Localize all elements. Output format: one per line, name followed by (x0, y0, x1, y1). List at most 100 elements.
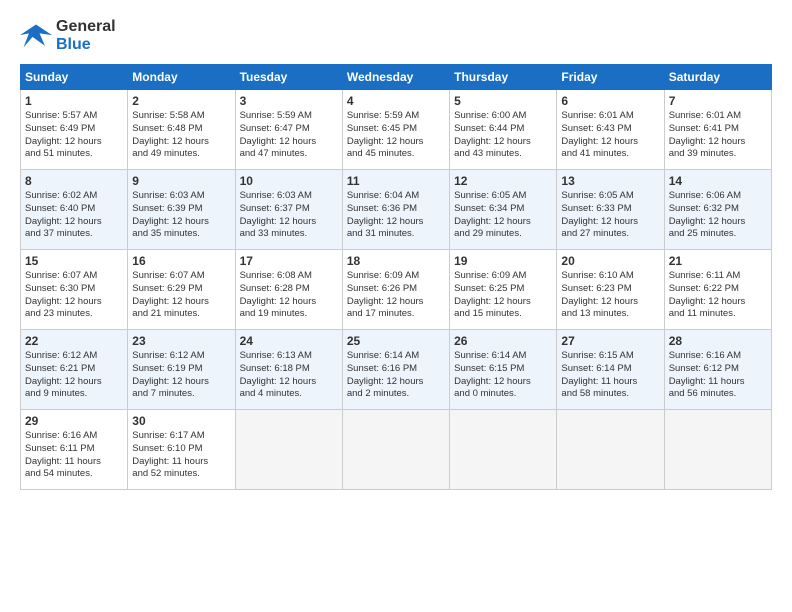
day-number: 27 (561, 334, 659, 348)
day-info: and 58 minutes. (561, 388, 659, 401)
calendar-cell: 21Sunrise: 6:11 AMSunset: 6:22 PMDayligh… (664, 250, 771, 330)
day-info: Sunrise: 6:14 AM (454, 350, 552, 363)
calendar-day-header: Thursday (450, 65, 557, 90)
day-info: Sunrise: 6:11 AM (669, 270, 767, 283)
calendar-cell: 2Sunrise: 5:58 AMSunset: 6:48 PMDaylight… (128, 90, 235, 170)
calendar-day-header: Saturday (664, 65, 771, 90)
calendar-week-row: 29Sunrise: 6:16 AMSunset: 6:11 PMDayligh… (21, 410, 772, 490)
day-info: Sunset: 6:39 PM (132, 203, 230, 216)
day-info: Sunset: 6:45 PM (347, 123, 445, 136)
day-info: Daylight: 12 hours (240, 136, 338, 149)
day-info: Sunrise: 6:10 AM (561, 270, 659, 283)
day-info: Daylight: 12 hours (347, 216, 445, 229)
day-number: 16 (132, 254, 230, 268)
day-info: Sunset: 6:28 PM (240, 283, 338, 296)
day-info: Sunrise: 6:02 AM (25, 190, 123, 203)
day-info: and 27 minutes. (561, 228, 659, 241)
day-info: Sunrise: 6:17 AM (132, 430, 230, 443)
day-info: Daylight: 12 hours (25, 296, 123, 309)
calendar-day-header: Tuesday (235, 65, 342, 90)
day-info: Daylight: 12 hours (240, 296, 338, 309)
day-info: and 29 minutes. (454, 228, 552, 241)
calendar-cell: 23Sunrise: 6:12 AMSunset: 6:19 PMDayligh… (128, 330, 235, 410)
day-number: 13 (561, 174, 659, 188)
day-number: 3 (240, 94, 338, 108)
day-number: 20 (561, 254, 659, 268)
day-number: 2 (132, 94, 230, 108)
calendar-cell: 10Sunrise: 6:03 AMSunset: 6:37 PMDayligh… (235, 170, 342, 250)
day-info: Sunrise: 6:03 AM (132, 190, 230, 203)
day-info: Sunset: 6:26 PM (347, 283, 445, 296)
calendar-cell: 26Sunrise: 6:14 AMSunset: 6:15 PMDayligh… (450, 330, 557, 410)
calendar-cell: 15Sunrise: 6:07 AMSunset: 6:30 PMDayligh… (21, 250, 128, 330)
day-info: Daylight: 12 hours (240, 376, 338, 389)
calendar-cell: 29Sunrise: 6:16 AMSunset: 6:11 PMDayligh… (21, 410, 128, 490)
day-info: and 15 minutes. (454, 308, 552, 321)
calendar-cell (342, 410, 449, 490)
calendar-cell: 1Sunrise: 5:57 AMSunset: 6:49 PMDaylight… (21, 90, 128, 170)
day-info: and 23 minutes. (25, 308, 123, 321)
day-info: Sunset: 6:36 PM (347, 203, 445, 216)
day-info: Sunset: 6:18 PM (240, 363, 338, 376)
day-info: Sunset: 6:47 PM (240, 123, 338, 136)
day-info: and 35 minutes. (132, 228, 230, 241)
calendar-week-row: 22Sunrise: 6:12 AMSunset: 6:21 PMDayligh… (21, 330, 772, 410)
day-info: Daylight: 12 hours (561, 216, 659, 229)
day-info: Sunrise: 6:01 AM (669, 110, 767, 123)
day-info: Sunset: 6:44 PM (454, 123, 552, 136)
day-info: Daylight: 11 hours (561, 376, 659, 389)
day-info: and 43 minutes. (454, 148, 552, 161)
day-info: and 9 minutes. (25, 388, 123, 401)
day-number: 25 (347, 334, 445, 348)
day-info: and 4 minutes. (240, 388, 338, 401)
day-info: Sunrise: 6:12 AM (132, 350, 230, 363)
day-number: 6 (561, 94, 659, 108)
day-info: Sunset: 6:11 PM (25, 443, 123, 456)
day-info: Sunrise: 6:09 AM (347, 270, 445, 283)
day-info: and 25 minutes. (669, 228, 767, 241)
day-info: Daylight: 12 hours (454, 136, 552, 149)
calendar-cell: 16Sunrise: 6:07 AMSunset: 6:29 PMDayligh… (128, 250, 235, 330)
calendar-cell: 13Sunrise: 6:05 AMSunset: 6:33 PMDayligh… (557, 170, 664, 250)
calendar-cell: 27Sunrise: 6:15 AMSunset: 6:14 PMDayligh… (557, 330, 664, 410)
day-info: and 39 minutes. (669, 148, 767, 161)
day-info: and 49 minutes. (132, 148, 230, 161)
day-info: Sunset: 6:22 PM (669, 283, 767, 296)
calendar-cell: 3Sunrise: 5:59 AMSunset: 6:47 PMDaylight… (235, 90, 342, 170)
day-info: Sunrise: 6:16 AM (669, 350, 767, 363)
day-info: Sunset: 6:21 PM (25, 363, 123, 376)
day-info: and 2 minutes. (347, 388, 445, 401)
header: General Blue (20, 18, 772, 54)
day-info: Daylight: 11 hours (25, 456, 123, 469)
day-info: Daylight: 12 hours (132, 136, 230, 149)
calendar-cell: 17Sunrise: 6:08 AMSunset: 6:28 PMDayligh… (235, 250, 342, 330)
day-info: and 37 minutes. (25, 228, 123, 241)
day-info: Sunset: 6:12 PM (669, 363, 767, 376)
day-number: 10 (240, 174, 338, 188)
day-info: Sunrise: 6:16 AM (25, 430, 123, 443)
calendar-cell: 25Sunrise: 6:14 AMSunset: 6:16 PMDayligh… (342, 330, 449, 410)
calendar-cell (664, 410, 771, 490)
calendar-cell: 12Sunrise: 6:05 AMSunset: 6:34 PMDayligh… (450, 170, 557, 250)
day-info: Sunrise: 6:01 AM (561, 110, 659, 123)
calendar-cell: 6Sunrise: 6:01 AMSunset: 6:43 PMDaylight… (557, 90, 664, 170)
day-number: 15 (25, 254, 123, 268)
calendar-body: 1Sunrise: 5:57 AMSunset: 6:49 PMDaylight… (21, 90, 772, 490)
day-info: Sunrise: 6:03 AM (240, 190, 338, 203)
day-info: Daylight: 11 hours (132, 456, 230, 469)
calendar-header-row: SundayMondayTuesdayWednesdayThursdayFrid… (21, 65, 772, 90)
day-info: Sunrise: 6:00 AM (454, 110, 552, 123)
day-info: Daylight: 12 hours (347, 296, 445, 309)
calendar-cell: 7Sunrise: 6:01 AMSunset: 6:41 PMDaylight… (664, 90, 771, 170)
day-info: Sunset: 6:15 PM (454, 363, 552, 376)
day-info: Daylight: 12 hours (240, 216, 338, 229)
calendar-cell: 18Sunrise: 6:09 AMSunset: 6:26 PMDayligh… (342, 250, 449, 330)
day-info: Sunrise: 5:58 AM (132, 110, 230, 123)
day-info: and 56 minutes. (669, 388, 767, 401)
day-info: and 17 minutes. (347, 308, 445, 321)
day-info: Daylight: 12 hours (561, 296, 659, 309)
day-number: 14 (669, 174, 767, 188)
day-number: 26 (454, 334, 552, 348)
calendar-cell: 11Sunrise: 6:04 AMSunset: 6:36 PMDayligh… (342, 170, 449, 250)
day-info: Daylight: 12 hours (669, 296, 767, 309)
